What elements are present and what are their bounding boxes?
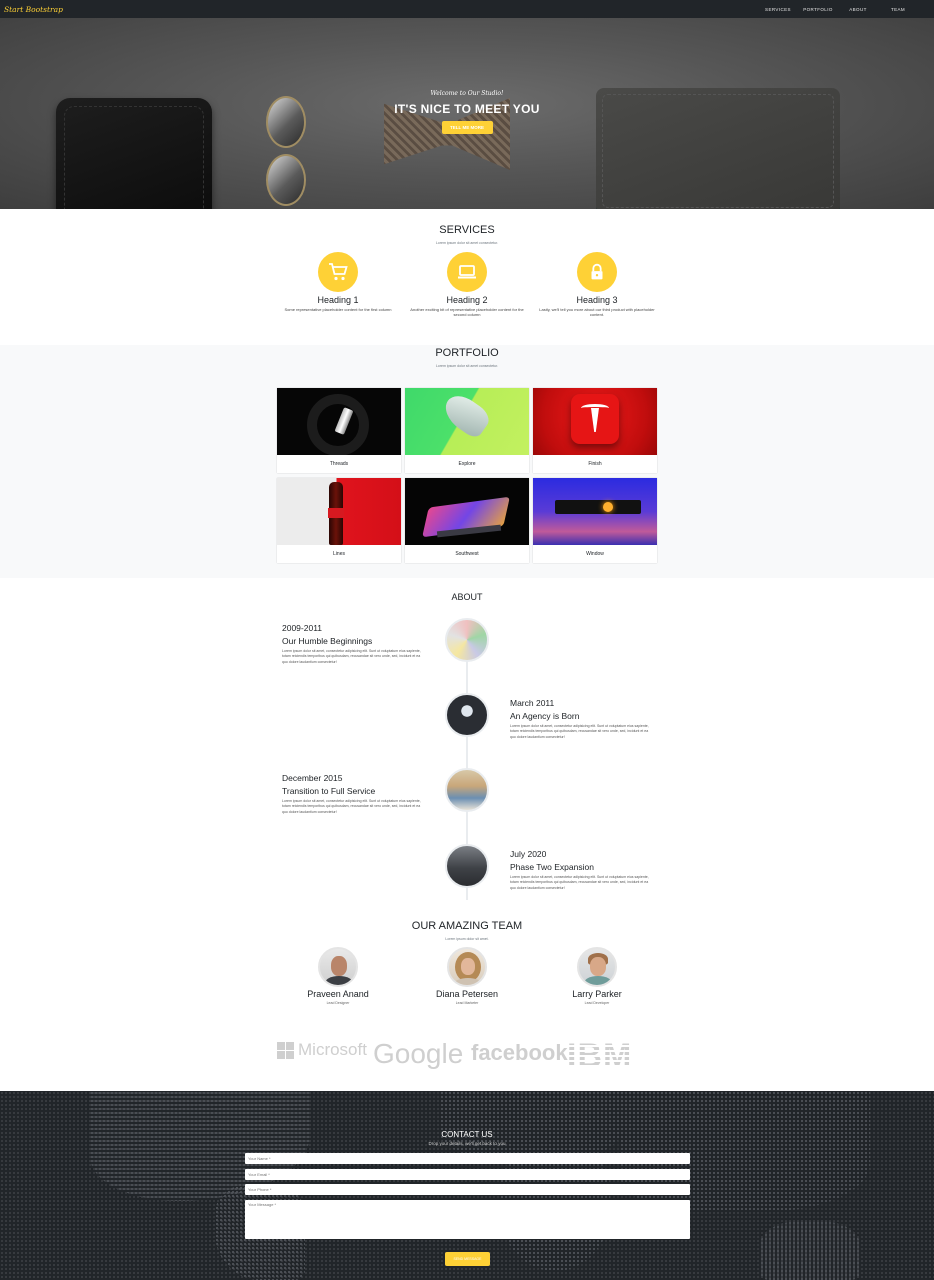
timeline-date: 2009-2011 xyxy=(282,623,323,633)
portfolio-caption: Explore xyxy=(458,461,476,467)
services-subtitle: Lorem ipsum dolor sit amet consectetur. xyxy=(435,241,499,245)
team-member-2: Diana Petersen Lead Marketer xyxy=(412,947,522,1005)
timeline-text: Lorem ipsum dolor sit amet, consectetur … xyxy=(282,649,421,664)
lock-icon xyxy=(577,252,617,292)
portfolio-caption: Window xyxy=(586,551,604,557)
portfolio-image xyxy=(533,388,657,455)
member-role: Lead Designer xyxy=(326,1001,350,1005)
timeline-text: Lorem ipsum dolor sit amet, consectetur … xyxy=(510,724,649,739)
hero-subheading: Welcome to Our Studio! xyxy=(430,90,504,97)
timeline-entry-3: December 2015 Transition to Full Service… xyxy=(282,773,422,815)
portfolio-caption: Threads xyxy=(329,461,349,467)
portfolio-item-explore[interactable]: Explore xyxy=(405,388,529,473)
member-role: Lead Developer xyxy=(584,1001,610,1005)
portfolio-caption: Finish xyxy=(588,461,602,467)
name-field[interactable] xyxy=(245,1153,690,1164)
timeline-heading: An Agency is Born xyxy=(510,711,580,721)
member-name: Larry Parker xyxy=(572,989,622,999)
service-item-1: Heading 1 Some representative placeholde… xyxy=(278,252,398,312)
contact-section: CONTACT US Drop your details, we'll get … xyxy=(0,1091,934,1280)
member-role: Lead Marketer xyxy=(455,1001,479,1005)
message-field[interactable] xyxy=(245,1200,690,1239)
shopping-cart-icon xyxy=(318,252,358,292)
service-text: Lastly, we'll tell you more about our th… xyxy=(539,307,655,318)
service-heading: Heading 1 xyxy=(317,295,359,305)
service-text: Some representative placeholder content … xyxy=(284,307,392,312)
avatar xyxy=(318,947,358,987)
timeline-text: Lorem ipsum dolor sit amet, consectetur … xyxy=(282,799,421,814)
service-item-3: Heading 3 Lastly, we'll tell you more ab… xyxy=(537,252,657,317)
phone-field[interactable] xyxy=(245,1184,690,1195)
services-title: SERVICES xyxy=(439,224,495,236)
send-message-button[interactable]: SEND MESSAGE xyxy=(445,1252,490,1266)
contact-subtitle: Drop your details, we'll get back to you xyxy=(428,1141,506,1146)
timeline-heading: Phase Two Expansion xyxy=(510,862,594,872)
member-name: Diana Petersen xyxy=(435,989,499,999)
portfolio-image xyxy=(277,388,401,455)
nav-link-services[interactable]: SERVICES xyxy=(758,7,798,12)
timeline-heading: Transition to Full Service xyxy=(282,786,376,796)
client-logo-ibm: IBM xyxy=(567,1037,633,1075)
hero-heading: IT'S NICE TO MEET YOU xyxy=(394,102,540,116)
timeline-date: March 2011 xyxy=(510,698,555,708)
portfolio-image xyxy=(405,478,529,545)
member-name: Praveen Anand xyxy=(307,989,369,999)
portfolio-item-southwest[interactable]: Southwest xyxy=(405,478,529,563)
timeline-entry-1: 2009-2011 Our Humble Beginnings Lorem ip… xyxy=(282,623,422,665)
portfolio-subtitle: Lorem ipsum dolor sit amet consectetur. xyxy=(435,364,499,368)
team-member-3: Larry Parker Lead Developer xyxy=(542,947,652,1005)
portfolio-image xyxy=(405,388,529,455)
service-heading: Heading 2 xyxy=(446,295,488,305)
laptop-icon xyxy=(447,252,487,292)
contact-title: CONTACT US xyxy=(441,1130,493,1139)
email-field[interactable] xyxy=(245,1169,690,1180)
portfolio-image xyxy=(277,478,401,545)
timeline-date: December 2015 xyxy=(282,773,343,783)
client-logo-microsoft: Microsoft xyxy=(277,1040,367,1060)
hero-text: Welcome to Our Studio! IT'S NICE TO MEET… xyxy=(0,90,934,134)
timeline-image-3 xyxy=(445,768,489,812)
hero-section: Welcome to Our Studio! IT'S NICE TO MEET… xyxy=(0,18,934,209)
portfolio-title: PORTFOLIO xyxy=(435,347,499,359)
team-title: OUR AMAZING TEAM xyxy=(411,920,523,932)
timeline-entry-2: March 2011 An Agency is Born Lorem ipsum… xyxy=(510,698,650,740)
service-text: Another exciting bit of representative p… xyxy=(410,307,524,318)
timeline-image-4 xyxy=(445,844,489,888)
tell-me-more-button[interactable]: TELL ME MORE xyxy=(441,121,493,134)
portfolio-item-threads[interactable]: Threads xyxy=(277,388,401,473)
portfolio-item-finish[interactable]: Finish xyxy=(533,388,657,473)
avatar xyxy=(577,947,617,987)
avatar xyxy=(447,947,487,987)
timeline-text: Lorem ipsum dolor sit amet, consectetur … xyxy=(510,875,649,890)
team-subtitle: Lorem ipsum dolor sit amet. xyxy=(445,937,489,941)
portfolio-caption: Lines xyxy=(333,551,345,557)
service-heading: Heading 3 xyxy=(576,295,618,305)
timeline-image-1 xyxy=(445,618,489,662)
brand-logo[interactable]: Start Bootstrap xyxy=(4,5,63,14)
nav-link-team[interactable]: TEAM xyxy=(878,7,918,12)
timeline-heading: Our Humble Beginnings xyxy=(282,636,373,646)
portfolio-item-window[interactable]: Window xyxy=(533,478,657,563)
timeline-entry-4: July 2020 Phase Two Expansion Lorem ipsu… xyxy=(510,849,650,891)
client-logo-google: Google xyxy=(373,1038,464,1069)
portfolio-item-lines[interactable]: Lines xyxy=(277,478,401,563)
service-item-2: Heading 2 Another exciting bit of repres… xyxy=(407,252,527,317)
nav-link-portfolio[interactable]: PORTFOLIO xyxy=(798,7,838,12)
nav-link-about[interactable]: ABOUT xyxy=(838,7,878,12)
microsoft-wordmark: Microsoft xyxy=(298,1040,367,1059)
client-logo-facebook: facebook xyxy=(471,1040,568,1065)
about-title: ABOUT xyxy=(451,592,483,602)
team-member-1: Praveen Anand Lead Designer xyxy=(283,947,393,1005)
timeline-image-2 xyxy=(445,693,489,737)
nav-links: SERVICES PORTFOLIO ABOUT TEAM xyxy=(758,7,918,12)
timeline-date: July 2020 xyxy=(510,849,547,859)
portfolio-image xyxy=(533,478,657,545)
navbar: Start Bootstrap SERVICES PORTFOLIO ABOUT… xyxy=(0,0,934,18)
portfolio-caption: Southwest xyxy=(455,551,479,557)
microsoft-windows-icon xyxy=(277,1041,294,1059)
